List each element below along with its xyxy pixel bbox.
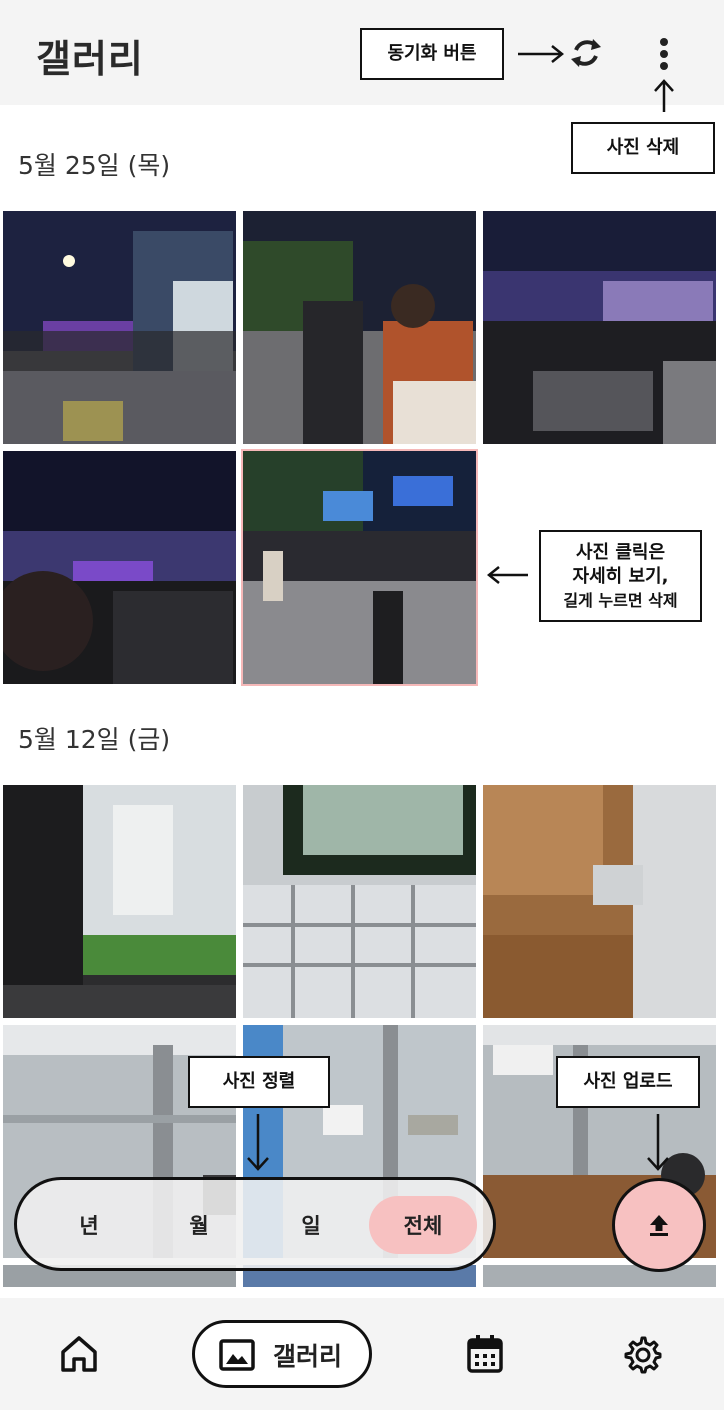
sort-option-day[interactable]: 일: [269, 1196, 353, 1254]
arrow-down-icon: [247, 1114, 269, 1171]
photo-thumbnail[interactable]: [3, 785, 236, 1018]
upload-icon: [650, 1215, 668, 1236]
page-title: 갤러리: [36, 37, 144, 81]
arrow-up-icon: [654, 79, 674, 112]
upload-button[interactable]: [612, 1178, 706, 1272]
arrow-right-icon: [518, 45, 565, 63]
calendar-icon[interactable]: [466, 1334, 504, 1374]
section-date: 5월 12일 (금): [18, 725, 171, 754]
delete-callout: 사진 삭제: [571, 122, 715, 174]
sync-icon[interactable]: [566, 33, 606, 73]
more-vertical-icon[interactable]: [648, 34, 680, 74]
arrow-left-icon: [486, 566, 528, 584]
settings-icon[interactable]: [622, 1334, 662, 1374]
upload-callout: 사진 업로드: [556, 1056, 700, 1108]
nav-item-gallery-label: 갤러리: [273, 1342, 343, 1371]
nav-item-gallery[interactable]: 갤러리: [192, 1320, 372, 1388]
photo-thumbnail[interactable]: [3, 211, 236, 444]
photo-thumbnail[interactable]: [3, 451, 236, 684]
photo-thumbnail-selected[interactable]: [241, 449, 478, 686]
photo-click-callout: 사진 클릭은 자세히 보기, 길게 누르면 삭제: [539, 530, 702, 622]
image-icon: [219, 1339, 255, 1371]
bottom-navigation: 갤러리: [0, 1298, 724, 1410]
photo-thumbnail[interactable]: [483, 785, 716, 1018]
section-date: 5월 25일 (목): [18, 151, 171, 180]
sort-callout: 사진 정렬: [188, 1056, 330, 1108]
photo-thumbnail[interactable]: [483, 1265, 716, 1287]
photo-thumbnail[interactable]: [243, 211, 476, 444]
photo-thumbnail[interactable]: [483, 211, 716, 444]
sort-segmented-control: 년 월 일 전체: [14, 1177, 496, 1271]
sort-option-all[interactable]: 전체: [369, 1196, 477, 1254]
sort-option-year[interactable]: 년: [47, 1196, 131, 1254]
photo-thumbnail[interactable]: [243, 785, 476, 1018]
sync-callout: 동기화 버튼: [360, 28, 504, 80]
sort-option-month[interactable]: 월: [157, 1196, 241, 1254]
home-icon[interactable]: [58, 1333, 100, 1375]
arrow-down-icon: [647, 1114, 669, 1171]
